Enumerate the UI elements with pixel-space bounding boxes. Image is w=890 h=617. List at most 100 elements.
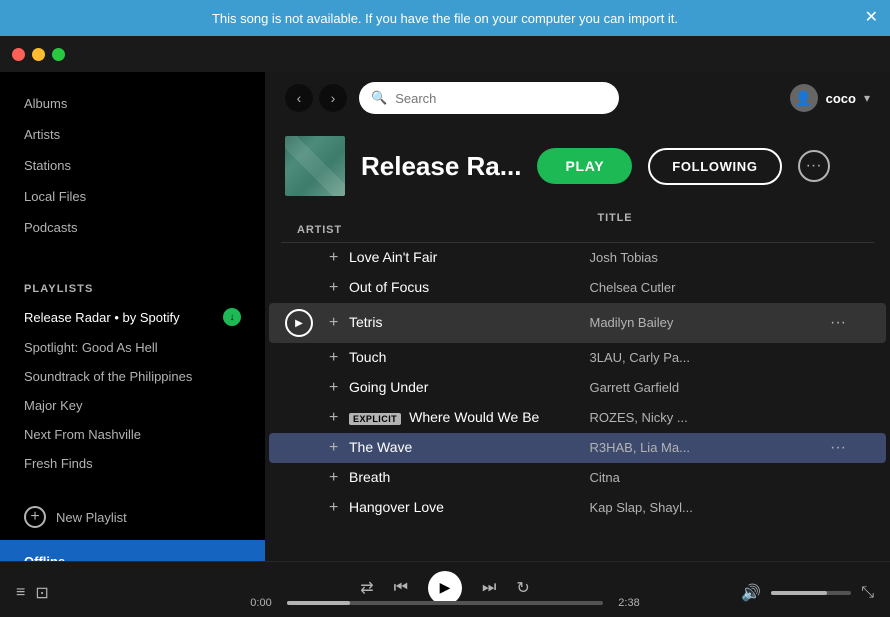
track-row[interactable]: ▶ + Tetris Madilyn Bailey ··· [269,303,886,343]
offline-button[interactable]: Offline [0,540,265,561]
track-row[interactable]: +Touch3LAU, Carly Pa...··· [269,343,886,373]
track-title: Tetris [349,314,382,330]
track-artist: Madilyn Bailey [590,315,674,330]
track-row[interactable]: +Hangover LoveKap Slap, Shayl...··· [269,493,886,523]
playlist-item-major-key[interactable]: Major Key [0,391,265,420]
volume-fill [771,591,827,595]
track-more-button[interactable]: ··· [830,314,846,332]
track-title: Going Under [349,379,428,395]
track-row[interactable]: +Going UnderGarrett Garfield··· [269,373,886,403]
playlist-header: Release Ra... PLAY FOLLOWING ··· [265,124,890,206]
chevron-down-icon[interactable]: ▾ [864,91,870,105]
search-input[interactable] [395,91,607,106]
forward-button[interactable]: › [319,84,347,112]
track-add-button[interactable]: + [329,279,338,297]
progress-fill [287,601,350,605]
track-artist: Citna [590,470,620,485]
sidebar-item-podcasts[interactable]: Podcasts [0,212,265,243]
track-add-button[interactable]: + [329,469,338,487]
fullscreen-icon[interactable]: ⤡ [861,584,874,602]
notification-bar: This song is not available. If you have … [0,0,890,36]
player-left-controls: ≡ ⊡ [16,583,49,603]
track-more-button[interactable]: ··· [830,439,846,457]
repeat-button[interactable]: ↻ [516,578,529,598]
top-nav: ‹ › 🔍 👤 coco ▾ [265,72,890,124]
total-time: 2:38 [613,597,645,609]
progress-bar-row: 0:00 2:38 [245,597,645,609]
playlist-art-image [285,136,345,196]
track-artist: ROZES, Nicky ... [590,410,688,425]
shuffle-button[interactable]: ⇄ [360,578,373,598]
track-add-button[interactable]: + [329,409,338,427]
nav-arrows: ‹ › [285,84,347,112]
playlist-art [285,136,345,196]
avatar-icon: 👤 [795,90,812,107]
sidebar-item-artists[interactable]: Artists [0,119,265,150]
playlist-item-fresh-finds[interactable]: Fresh Finds [0,449,265,478]
volume-icon[interactable]: 🔊 [741,583,761,603]
track-add-button[interactable]: + [329,499,338,517]
user-name: coco [826,91,856,106]
minimize-window-button[interactable] [32,48,45,61]
volume-bar[interactable] [771,591,851,595]
maximize-window-button[interactable] [52,48,65,61]
playlists-section-label: PLAYLISTS [0,267,265,301]
close-window-button[interactable] [12,48,25,61]
track-row[interactable]: +Out of FocusChelsea Cutler··· [269,273,886,303]
track-add-button[interactable]: + [329,314,338,332]
back-button[interactable]: ‹ [285,84,313,112]
notification-close-button[interactable]: ✕ [865,10,878,26]
main-layout: Albums Artists Stations Local Files Podc… [0,72,890,561]
playlist-item-spotlight[interactable]: Spotlight: Good As Hell [0,333,265,362]
track-add-button[interactable]: + [329,379,338,397]
track-row[interactable]: +The WaveR3HAB, Lia Ma...··· [269,433,886,463]
track-artist: Josh Tobias [590,250,658,265]
sidebar-item-local-files[interactable]: Local Files [0,181,265,212]
notification-message: This song is not available. If you have … [212,11,678,26]
content-area: ‹ › 🔍 👤 coco ▾ Release Ra... PLAY FOL [265,72,890,561]
more-options-button[interactable]: ··· [798,150,830,182]
add-playlist-icon: + [24,506,46,528]
track-title: Touch [349,349,386,365]
track-artist: Chelsea Cutler [590,280,676,295]
play-button[interactable]: PLAY [537,148,632,184]
sidebar-nav: Albums Artists Stations Local Files Podc… [0,80,265,251]
track-title: Breath [349,469,390,485]
next-button[interactable]: ⏭ [482,579,496,597]
track-play-button[interactable]: ▶ [285,309,313,337]
playlist-title: Release Ra... [361,151,521,182]
track-artist: R3HAB, Lia Ma... [590,440,690,455]
track-row[interactable]: +BreathCitna··· [269,463,886,493]
track-artist: 3LAU, Carly Pa... [590,350,690,365]
track-artist: Garrett Garfield [590,380,680,395]
queue-icon[interactable]: ≡ [16,584,25,602]
player-bar: ⇄ ⏮ ▶ ⏭ ↻ 0:00 2:38 ≡ ⊡ 🔊 ⤡ [0,561,890,617]
explicit-badge: EXPLICIT [349,413,401,425]
following-button[interactable]: FOLLOWING [648,148,781,185]
user-area: 👤 coco ▾ [790,84,870,112]
previous-button[interactable]: ⏮ [394,579,408,597]
track-add-button[interactable]: + [329,439,338,457]
playlist-item-release-radar[interactable]: Release Radar • by Spotify ↓ [0,301,265,333]
title-bar [0,36,890,72]
track-row[interactable]: +Love Ain't FairJosh Tobias··· [269,243,886,273]
playlist-item-next-nashville[interactable]: Next From Nashville [0,420,265,449]
current-time: 0:00 [245,597,277,609]
sidebar-item-stations[interactable]: Stations [0,150,265,181]
track-title: Love Ain't Fair [349,249,437,265]
title-column-header: TITLE [598,212,859,224]
avatar: 👤 [790,84,818,112]
track-list: + Love Ain't Fair Josh Tobias ··· +Out of Fo… [265,243,890,561]
playlist-item-soundtrack[interactable]: Soundtrack of the Philippines [0,362,265,391]
new-playlist-button[interactable]: + New Playlist [0,494,265,540]
track-add-button[interactable]: + [329,349,338,367]
sidebar-item-albums[interactable]: Albums [0,88,265,119]
progress-track[interactable] [287,601,603,605]
search-icon: 🔍 [371,90,387,106]
track-add-button[interactable]: + [329,249,338,267]
track-row[interactable]: + EXPLICIT Where Would We Be ROZES, Nicky .… [269,403,886,433]
window-controls [12,48,65,61]
search-bar: 🔍 [359,82,619,114]
devices-icon[interactable]: ⊡ [35,583,48,603]
track-title: Where Would We Be [409,409,539,425]
